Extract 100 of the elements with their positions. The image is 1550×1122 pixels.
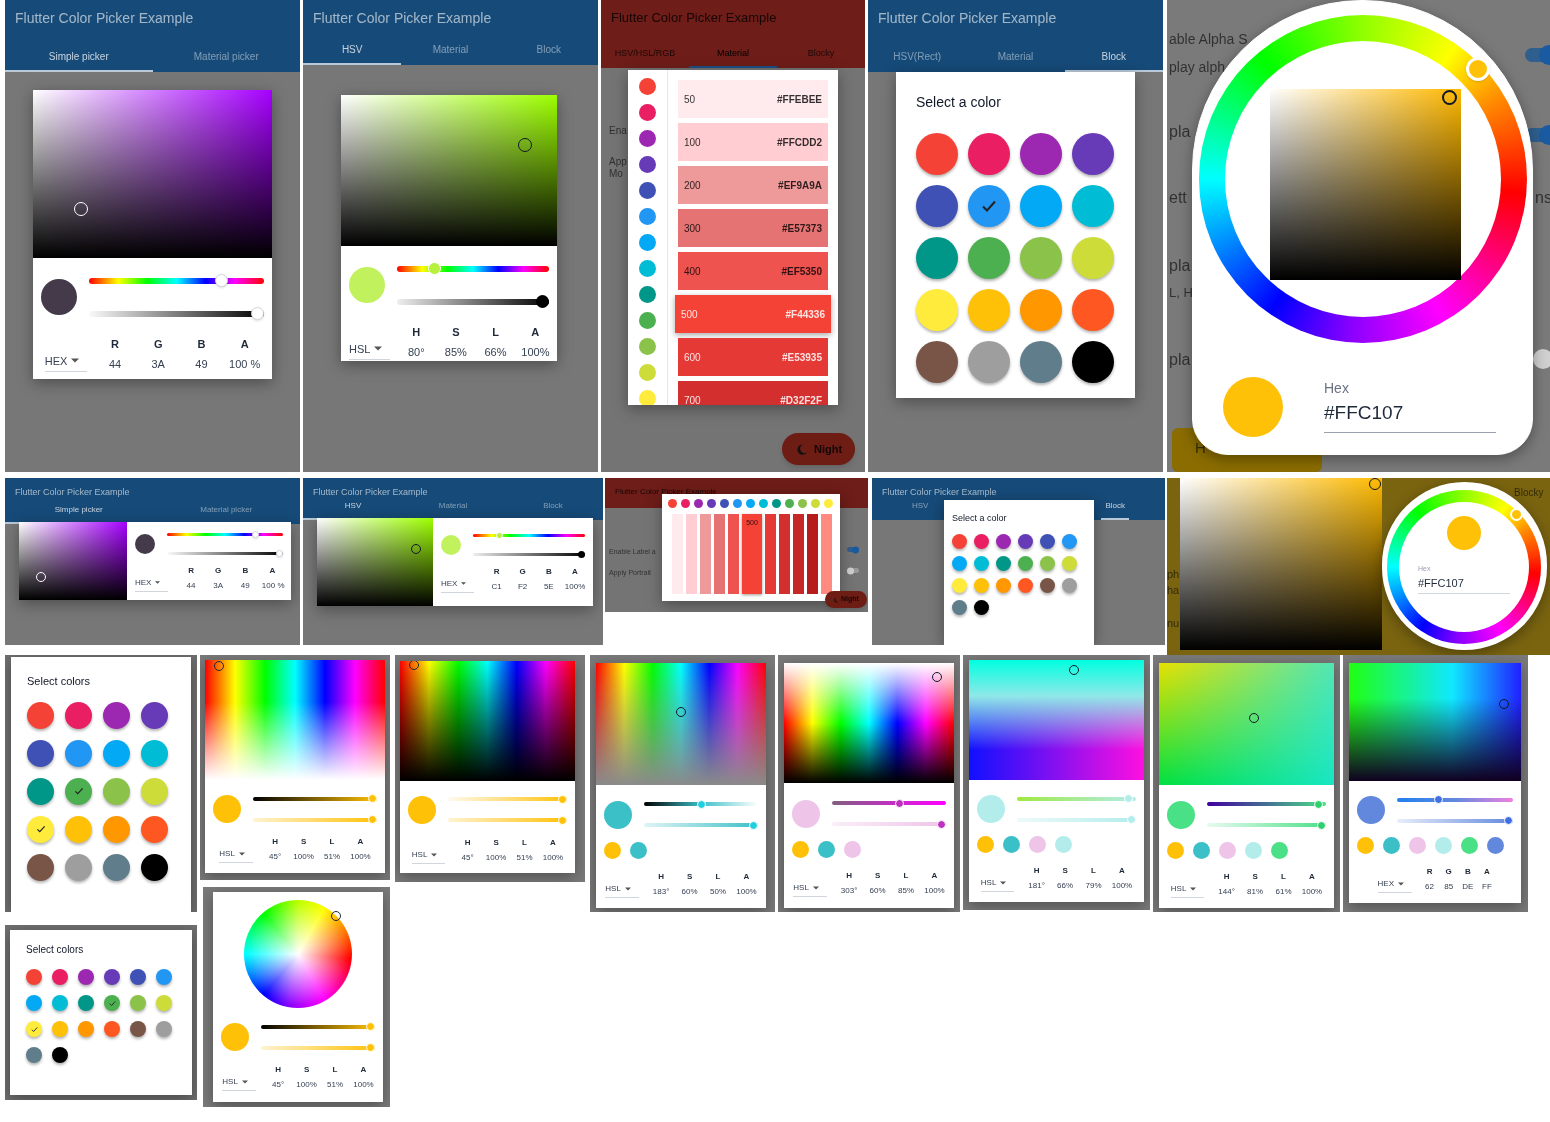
channel-value: 44: [185, 579, 197, 592]
channel-label: R: [492, 565, 501, 578]
channel-label: R: [187, 564, 195, 577]
setting-label: Blocky: [1514, 488, 1544, 498]
setting-label: play alph: [1169, 60, 1226, 74]
shade-label: 100: [684, 135, 701, 150]
field-value: #FFC107: [1418, 575, 1465, 591]
setting-label: ph: [1167, 569, 1180, 580]
channel-value: 51%: [326, 1079, 344, 1091]
shade-hex: #E57373: [781, 221, 822, 236]
channel-value: 183°: [651, 885, 671, 898]
channel-value: 3A: [212, 579, 225, 592]
channel-label: A: [1483, 866, 1491, 878]
channel-value: 85%: [897, 884, 915, 897]
channel-value: 79%: [1084, 880, 1103, 892]
shade-hex: #EF9A9A: [778, 178, 822, 193]
channel-label: H: [271, 836, 279, 848]
channel-value: DE: [1462, 881, 1474, 893]
shade-label: 50: [684, 92, 696, 107]
channel-label: R: [110, 337, 120, 352]
channel-value: 81%: [1246, 885, 1265, 898]
channel-label: A: [571, 565, 579, 578]
channel-label: L: [902, 869, 910, 882]
channel-value: F2: [516, 580, 529, 593]
app-title: Flutter Color Picker Example: [312, 9, 493, 28]
channel-value: 80°: [406, 344, 426, 360]
shade-label: 600: [684, 350, 701, 365]
channel-value: 85: [1443, 881, 1455, 893]
channel-label: H: [845, 869, 853, 882]
setting-label: able Alpha S: [1169, 32, 1248, 46]
setting-label: pla: [1169, 352, 1191, 368]
channel-value: 100%: [521, 344, 549, 360]
channel-label: A: [549, 836, 557, 849]
channel-value: 100%: [350, 851, 371, 863]
app-title: Flutter Color Picker Example: [14, 486, 131, 499]
channel-label: S: [451, 325, 461, 340]
channel-label: L: [331, 1064, 339, 1076]
shade-hex: #D32F2F: [780, 393, 822, 405]
channel-label: G: [152, 337, 164, 352]
app-title: Flutter Color Picker Example: [14, 9, 195, 28]
channel-label: S: [299, 836, 308, 848]
channel-value: 51%: [323, 851, 341, 863]
channel-label: A: [356, 836, 365, 848]
channel-label: H: [657, 870, 665, 883]
channel-value: 50%: [709, 885, 727, 898]
channel-value: 144°: [1217, 885, 1236, 898]
channel-label: L: [714, 870, 722, 883]
dialog-title: Select colors: [27, 674, 91, 689]
shade-hex: #FFCDD2: [777, 135, 822, 150]
channel-value: 100%: [1111, 880, 1133, 892]
channel-label: A: [359, 1064, 368, 1076]
channel-value: 66%: [1056, 880, 1075, 892]
channel-label: A: [239, 337, 250, 352]
app-title: Flutter Color Picker Example: [614, 486, 718, 498]
shade-hex: #E53935: [781, 350, 822, 365]
channel-label: G: [1444, 866, 1453, 878]
channel-label: A: [530, 325, 541, 340]
channel-label: H: [274, 1064, 282, 1076]
channel-value: 44: [107, 356, 123, 372]
setting-label: nu: [1167, 618, 1180, 629]
channel-value: 100%: [293, 851, 314, 863]
channel-value: 100%: [1301, 885, 1323, 898]
channel-value: 181°: [1027, 880, 1046, 892]
channel-label: G: [214, 564, 223, 577]
channel-value: 45°: [268, 851, 283, 863]
shade-hex: #EF5350: [781, 264, 822, 279]
channel-value: 100%: [542, 851, 564, 864]
channel-value: 45°: [460, 851, 475, 864]
channel-label: B: [1463, 866, 1472, 878]
app-title: Flutter Color Picker Example: [610, 9, 778, 27]
setting-label: Mo: [609, 169, 623, 179]
app-title: Flutter Color Picker Example: [881, 486, 998, 499]
channel-value: 100%: [353, 1079, 374, 1091]
channel-value: 100 %: [261, 579, 283, 592]
shade-label: 700: [684, 393, 701, 405]
channel-value: 49: [239, 579, 251, 592]
shade-label: 400: [684, 264, 701, 279]
channel-label: A: [930, 869, 939, 882]
shade-label: 200: [684, 178, 701, 193]
channel-label: B: [196, 337, 207, 352]
channel-value: 60%: [680, 885, 699, 898]
channel-label: S: [873, 869, 882, 882]
channel-label: L: [1090, 865, 1097, 877]
channel-label: S: [492, 836, 500, 849]
setting-label: App: [609, 157, 627, 167]
channel-value: 100%: [736, 885, 757, 898]
channel-value: 49: [194, 356, 209, 372]
channel-value: 66%: [483, 344, 508, 360]
channel-label: L: [521, 836, 528, 849]
app-title: Flutter Color Picker Example: [312, 486, 429, 499]
channel-label: A: [742, 870, 751, 883]
app-title: Flutter Color Picker Example: [877, 9, 1058, 28]
setting-label: pla: [1169, 258, 1191, 274]
channel-label: L: [328, 836, 336, 848]
channel-value: 100%: [924, 884, 945, 897]
channel-value: 100%: [564, 580, 585, 593]
channel-label: R: [1425, 866, 1434, 878]
channel-value: 62: [1424, 881, 1435, 893]
channel-label: B: [544, 565, 553, 578]
channel-value: 3A: [150, 356, 166, 372]
